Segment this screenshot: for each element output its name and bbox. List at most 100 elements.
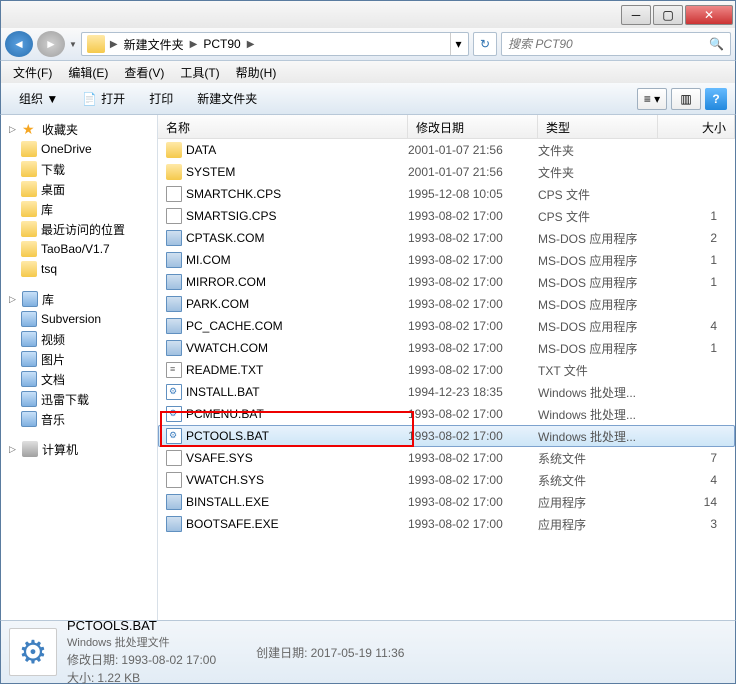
- file-name: VWATCH.COM: [186, 341, 268, 355]
- toolbar: 组织 ▼ 📄打开 打印 新建文件夹 ≡ ▾ ▥ ?: [0, 83, 736, 115]
- tree-item[interactable]: 库: [1, 199, 157, 219]
- file-row[interactable]: PCTOOLS.BAT1993-08-02 17:00Windows 批处理..…: [158, 425, 735, 447]
- open-button[interactable]: 📄打开: [72, 86, 135, 111]
- column-date[interactable]: 修改日期: [408, 115, 538, 138]
- file-name: PARK.COM: [186, 297, 249, 311]
- file-row[interactable]: PARK.COM1993-08-02 17:00MS-DOS 应用程序: [158, 293, 735, 315]
- tree-item[interactable]: 图片: [1, 349, 157, 369]
- tree-favorites[interactable]: ▷★收藏夹: [1, 119, 157, 139]
- file-row[interactable]: SMARTSIG.CPS1993-08-02 17:00CPS 文件1: [158, 205, 735, 227]
- file-row[interactable]: INSTALL.BAT1994-12-23 18:35Windows 批处理..…: [158, 381, 735, 403]
- breadcrumb-item[interactable]: PCT90: [199, 37, 244, 51]
- chevron-right-icon[interactable]: ▶: [108, 39, 120, 50]
- file-date: 2001-01-07 21:56: [408, 165, 538, 179]
- view-options-button[interactable]: ≡ ▾: [637, 88, 667, 110]
- file-row[interactable]: CPTASK.COM1993-08-02 17:00MS-DOS 应用程序2: [158, 227, 735, 249]
- file-icon: [166, 450, 182, 466]
- file-row[interactable]: PC_CACHE.COM1993-08-02 17:00MS-DOS 应用程序4: [158, 315, 735, 337]
- menu-help[interactable]: 帮助(H): [228, 62, 285, 83]
- help-button[interactable]: ?: [705, 88, 727, 110]
- file-row[interactable]: DATA2001-01-07 21:56文件夹: [158, 139, 735, 161]
- file-name: PCMENU.BAT: [186, 407, 264, 421]
- file-name: PCTOOLS.BAT: [186, 429, 269, 443]
- back-button[interactable]: ◄: [5, 31, 33, 57]
- file-name: CPTASK.COM: [186, 231, 264, 245]
- close-button[interactable]: ✕: [685, 5, 733, 25]
- file-row[interactable]: PCMENU.BAT1993-08-02 17:00Windows 批处理...: [158, 403, 735, 425]
- file-row[interactable]: BINSTALL.EXE1993-08-02 17:00应用程序14: [158, 491, 735, 513]
- tree-item[interactable]: 最近访问的位置: [1, 219, 157, 239]
- search-icon[interactable]: 🔍: [709, 37, 724, 51]
- file-size: 4: [658, 473, 727, 487]
- file-type: MS-DOS 应用程序: [538, 252, 658, 269]
- navigation-pane: ▷★收藏夹OneDrive下载桌面库最近访问的位置TaoBao/V1.7tsq ▷…: [1, 115, 158, 620]
- details-moddate: 修改日期: 1993-08-02 17:00: [67, 651, 216, 668]
- file-name: SYSTEM: [186, 165, 235, 179]
- column-size[interactable]: 大小: [658, 115, 735, 138]
- column-type[interactable]: 类型: [538, 115, 658, 138]
- file-row[interactable]: VSAFE.SYS1993-08-02 17:00系统文件7: [158, 447, 735, 469]
- folder-icon: [21, 161, 37, 177]
- file-size: 1: [658, 209, 727, 223]
- tree-item[interactable]: 文档: [1, 369, 157, 389]
- tree-computer[interactable]: ▷计算机: [1, 439, 157, 459]
- file-row[interactable]: MIRROR.COM1993-08-02 17:00MS-DOS 应用程序1: [158, 271, 735, 293]
- forward-button[interactable]: ►: [37, 31, 65, 57]
- menu-file[interactable]: 文件(F): [5, 62, 60, 83]
- library-icon: [21, 331, 37, 347]
- refresh-button[interactable]: ↻: [473, 32, 497, 56]
- file-type: MS-DOS 应用程序: [538, 274, 658, 291]
- breadcrumb-dropdown[interactable]: ▾: [450, 33, 466, 55]
- tree-item[interactable]: tsq: [1, 259, 157, 279]
- folder-icon: [21, 221, 37, 237]
- preview-pane-button[interactable]: ▥: [671, 88, 701, 110]
- tree-item[interactable]: Subversion: [1, 309, 157, 329]
- library-icon: [22, 291, 38, 307]
- file-row[interactable]: VWATCH.SYS1993-08-02 17:00系统文件4: [158, 469, 735, 491]
- menu-tools[interactable]: 工具(T): [172, 62, 227, 83]
- file-row[interactable]: SMARTCHK.CPS1995-12-08 10:05CPS 文件: [158, 183, 735, 205]
- minimize-button[interactable]: ─: [621, 5, 651, 25]
- menu-edit[interactable]: 编辑(E): [60, 62, 116, 83]
- file-date: 1993-08-02 17:00: [408, 495, 538, 509]
- file-date: 1993-08-02 17:00: [408, 473, 538, 487]
- file-name: DATA: [186, 143, 216, 157]
- file-type: MS-DOS 应用程序: [538, 296, 658, 313]
- tree-item[interactable]: 视频: [1, 329, 157, 349]
- file-row[interactable]: README.TXT1993-08-02 17:00TXT 文件: [158, 359, 735, 381]
- file-row[interactable]: VWATCH.COM1993-08-02 17:00MS-DOS 应用程序1: [158, 337, 735, 359]
- tree-item[interactable]: 桌面: [1, 179, 157, 199]
- new-folder-button[interactable]: 新建文件夹: [187, 86, 267, 111]
- organize-button[interactable]: 组织 ▼: [9, 86, 68, 111]
- tree-item[interactable]: 迅雷下载: [1, 389, 157, 409]
- file-date: 1993-08-02 17:00: [408, 517, 538, 531]
- file-row[interactable]: SYSTEM2001-01-07 21:56文件夹: [158, 161, 735, 183]
- chevron-right-icon[interactable]: ▶: [245, 39, 257, 50]
- file-date: 1993-08-02 17:00: [408, 407, 538, 421]
- print-button[interactable]: 打印: [139, 86, 183, 111]
- tree-item[interactable]: 音乐: [1, 409, 157, 429]
- exe-icon: [166, 296, 182, 312]
- file-date: 1993-08-02 17:00: [408, 275, 538, 289]
- details-pane: ⚙ PCTOOLS.BAT Windows 批处理文件 修改日期: 1993-0…: [0, 620, 736, 684]
- column-name[interactable]: 名称: [158, 115, 408, 138]
- search-box[interactable]: 🔍: [501, 32, 731, 56]
- chevron-right-icon[interactable]: ▶: [188, 39, 200, 50]
- tree-item[interactable]: OneDrive: [1, 139, 157, 159]
- search-input[interactable]: [508, 37, 709, 51]
- file-row[interactable]: BOOTSAFE.EXE1993-08-02 17:00应用程序3: [158, 513, 735, 535]
- tree-libraries[interactable]: ▷库: [1, 289, 157, 309]
- file-date: 1993-08-02 17:00: [408, 341, 538, 355]
- menu-view[interactable]: 查看(V): [116, 62, 172, 83]
- tree-item[interactable]: TaoBao/V1.7: [1, 239, 157, 259]
- file-date: 1993-08-02 17:00: [408, 319, 538, 333]
- maximize-button[interactable]: ▢: [653, 5, 683, 25]
- address-bar[interactable]: ▶ 新建文件夹 ▶ PCT90 ▶ ▾: [81, 32, 469, 56]
- file-row[interactable]: MI.COM1993-08-02 17:00MS-DOS 应用程序1: [158, 249, 735, 271]
- history-dropdown-icon[interactable]: ▼: [69, 40, 77, 49]
- details-created: 创建日期: 2017-05-19 11:36: [256, 644, 404, 661]
- breadcrumb-item[interactable]: 新建文件夹: [120, 36, 188, 53]
- exe-icon: [166, 230, 182, 246]
- file-size: 1: [658, 253, 727, 267]
- tree-item[interactable]: 下载: [1, 159, 157, 179]
